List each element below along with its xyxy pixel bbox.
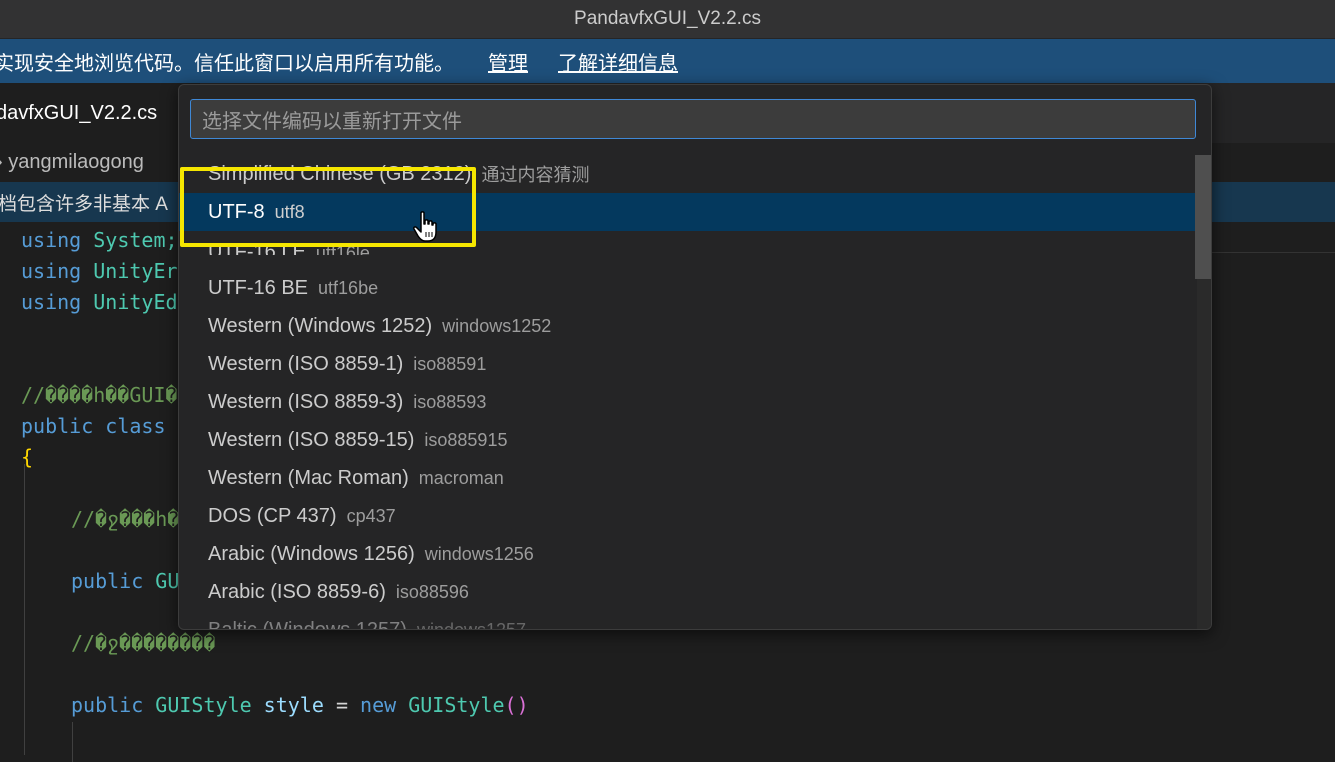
indent-guide bbox=[72, 722, 73, 762]
item-desc: cp437 bbox=[346, 505, 396, 526]
list-item[interactable]: Western (ISO 8859-15) iso885915 bbox=[179, 421, 1197, 459]
parens: () bbox=[504, 693, 529, 717]
type-name: GUIStyle bbox=[155, 693, 252, 717]
item-desc: utf16be bbox=[318, 277, 379, 298]
keyword: public bbox=[71, 693, 144, 717]
list-item[interactable]: Arabic (ISO 8859-6) iso88596 bbox=[179, 573, 1197, 611]
keyword: using bbox=[21, 290, 82, 314]
item-desc: macroman bbox=[418, 467, 504, 488]
item-desc: iso88591 bbox=[413, 353, 487, 374]
item-label: Western (ISO 8859-15) bbox=[208, 428, 415, 451]
indent-guide bbox=[24, 464, 25, 755]
window-titlebar: PandavfxGUI_V2.2.cs bbox=[0, 0, 1335, 39]
item-desc: iso885915 bbox=[424, 429, 508, 450]
learn-more-link[interactable]: 了解详细信息 bbox=[558, 47, 678, 76]
namespace: UnityEd bbox=[93, 290, 178, 314]
item-label: Baltic (Windows 1257) bbox=[208, 619, 407, 630]
item-desc: iso88596 bbox=[395, 581, 469, 602]
variable: style bbox=[263, 693, 324, 717]
item-label: Western (Windows 1252) bbox=[208, 314, 433, 337]
code-line: public GU bbox=[71, 569, 179, 593]
code-comment: //����h��GUI� bbox=[21, 383, 178, 407]
item-label: DOS (CP 437) bbox=[208, 504, 337, 527]
item-label: Arabic (ISO 8859-6) bbox=[208, 580, 386, 603]
list-item[interactable]: Arabic (Windows 1256) windows1256 bbox=[179, 535, 1197, 573]
encoding-search-input[interactable]: 选择文件编码以重新打开文件 bbox=[190, 99, 1196, 139]
code-line: using UnityEd bbox=[21, 290, 178, 314]
list-item[interactable]: UTF-16 BE utf16be bbox=[179, 269, 1197, 307]
item-label: Western (Mac Roman) bbox=[208, 466, 409, 489]
code-line: public class bbox=[21, 414, 166, 438]
list-item[interactable]: Western (Mac Roman) macroman bbox=[179, 459, 1197, 497]
editor-tab[interactable]: davfxGUI_V2.2.cs bbox=[0, 83, 200, 143]
keyword: class bbox=[105, 414, 166, 438]
list-item[interactable]: Western (ISO 8859-3) iso88593 bbox=[179, 383, 1197, 421]
type-name: GU bbox=[155, 569, 180, 593]
code-comment: //�ջ���h� bbox=[71, 507, 180, 531]
list-item[interactable]: Western (Windows 1252) windows1252 bbox=[179, 307, 1197, 345]
manage-link[interactable]: 管理 bbox=[488, 47, 528, 76]
code-line: using UnityEr bbox=[21, 259, 178, 283]
item-label: UTF-16 BE bbox=[208, 276, 309, 299]
item-desc: 通过内容猜测 bbox=[481, 165, 590, 185]
operator: = bbox=[335, 693, 348, 717]
code-line: public GUIStyle style = new GUIStyle() bbox=[71, 693, 529, 717]
type-name: GUIStyle bbox=[408, 693, 505, 717]
namespace: System; bbox=[93, 228, 178, 252]
hand-pointer-icon bbox=[413, 211, 437, 242]
item-desc: iso88593 bbox=[413, 391, 487, 412]
item-desc: windows1256 bbox=[424, 543, 534, 564]
keyword: using bbox=[21, 259, 82, 283]
code-comment: //�ջ�������� bbox=[71, 631, 216, 655]
breadcrumb-text: › yangmilaogong bbox=[0, 150, 144, 173]
keyword: public bbox=[21, 414, 94, 438]
encoding-quick-pick: 选择文件编码以重新打开文件 Simplified Chinese (GB 231… bbox=[178, 84, 1212, 630]
restricted-mode-banner: 实现安全地浏览代码。信任此窗口以启用所有功能。 管理 了解详细信息 bbox=[0, 39, 1335, 83]
notice-text: 档包含许多非基本 A bbox=[0, 193, 168, 215]
tab-label: davfxGUI_V2.2.cs bbox=[0, 101, 158, 124]
namespace: UnityEr bbox=[93, 259, 178, 283]
keyword: public bbox=[71, 569, 144, 593]
item-desc: windows1252 bbox=[442, 315, 552, 336]
item-label: Western (ISO 8859-1) bbox=[208, 352, 404, 375]
item-desc: windows1257 bbox=[417, 620, 526, 630]
list-item[interactable]: Western (ISO 8859-1) iso88591 bbox=[179, 345, 1197, 383]
editor-divider bbox=[1210, 252, 1335, 253]
window-title: PandavfxGUI_V2.2.cs bbox=[574, 8, 761, 29]
keyword: using bbox=[21, 228, 82, 252]
code-line: using System; bbox=[21, 228, 178, 252]
scrollbar-thumb[interactable] bbox=[1195, 155, 1211, 279]
keyword: new bbox=[360, 693, 397, 717]
item-label: Arabic (Windows 1256) bbox=[208, 542, 415, 565]
list-item[interactable]: DOS (CP 437) cp437 bbox=[179, 497, 1197, 535]
code-brace: { bbox=[21, 445, 34, 469]
item-label: Western (ISO 8859-3) bbox=[208, 390, 404, 413]
list-item[interactable]: Baltic (Windows 1257) windows1257 bbox=[179, 611, 1197, 630]
banner-message: 实现安全地浏览代码。信任此窗口以启用所有功能。 bbox=[0, 52, 454, 75]
